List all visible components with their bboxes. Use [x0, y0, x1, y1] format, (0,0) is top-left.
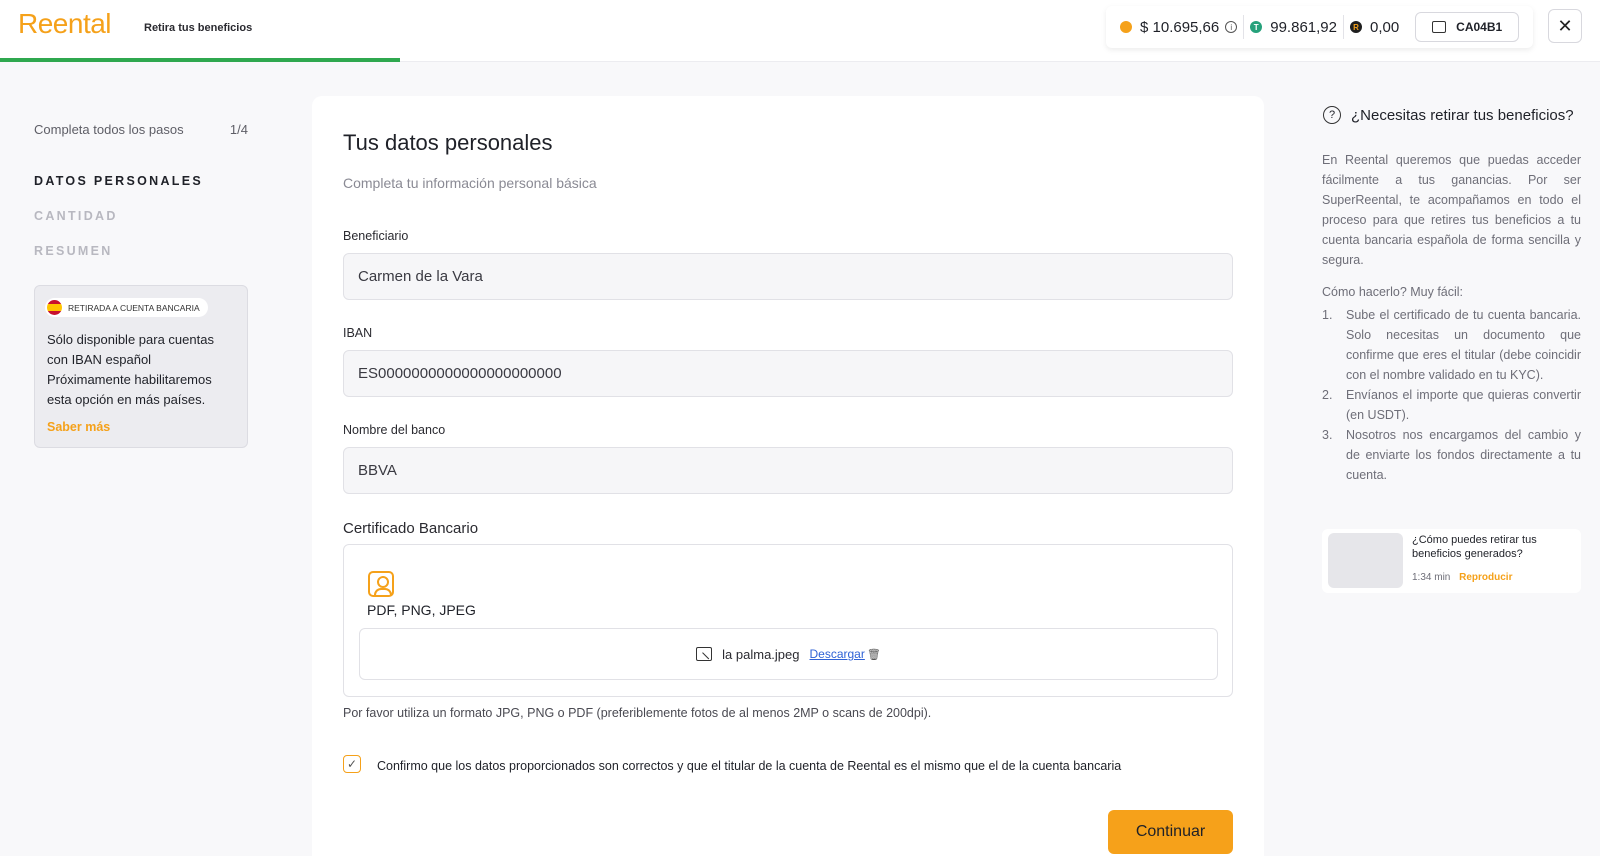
progress-fill [0, 58, 400, 62]
confirm-checkbox[interactable]: ✓ [343, 755, 361, 773]
step-cantidad[interactable]: CANTIDAD [34, 209, 118, 223]
balance-token-value: 0,00 [1369, 18, 1400, 36]
help-steps: 1. Sube el certificado de tu cuenta banca… [1322, 305, 1581, 485]
balance-usd[interactable]: $ 10.695,66 i [1114, 19, 1243, 36]
play-link[interactable]: Reproducir [1459, 572, 1512, 583]
file-name: la palma.jpeg [722, 646, 800, 662]
accepted-formats: PDF, PNG, JPEG [367, 602, 476, 618]
help-step-text: Sube el certificado de tu cuenta bancari… [1346, 308, 1581, 382]
list-item: 1. Sube el certificado de tu cuenta banca… [1322, 305, 1581, 385]
wallet-icon [1432, 21, 1447, 33]
saber-mas-link[interactable]: Saber más [47, 420, 235, 434]
video-meta: 1:34 min Reproducir [1412, 572, 1512, 583]
badge-label: RETIRADA A CUENTA BANCARIA [68, 302, 200, 313]
balance-token[interactable]: R 0,00 [1344, 19, 1405, 36]
help-title: ? ¿Necesitas retirar tus beneficios? [1323, 106, 1574, 124]
close-icon: ✕ [1557, 15, 1573, 36]
card-text: Sólo disponible para cuentas con IBAN es… [47, 332, 214, 407]
certificate-upload[interactable]: PDF, PNG, JPEG la palma.jpeg Descargar 🗑 [343, 544, 1233, 697]
uploaded-file: la palma.jpeg Descargar 🗑 [359, 628, 1218, 680]
bank-name-label: Nombre del banco [343, 423, 446, 437]
header-subtitle: Retira tus beneficios [144, 22, 253, 34]
bank-withdraw-info-card: RETIRADA A CUENTA BANCARIA Sólo disponib… [34, 285, 248, 448]
wallet-button[interactable]: CA04B1 [1415, 12, 1520, 42]
check-icon: ✓ [346, 757, 358, 771]
steps-heading: Completa todos los pasos [34, 122, 184, 137]
balance-usd-value: $ 10.695,66 [1140, 18, 1220, 36]
video-title: ¿Cómo puedes retirar tus beneficios gene… [1412, 534, 1537, 560]
page-title: Tus datos personales [343, 130, 553, 155]
help-intro: En Reental queremos que puedas acceder f… [1322, 153, 1581, 267]
help-step-text: Envíanos el importe que quieras converti… [1346, 388, 1581, 422]
balances-panel: $ 10.695,66 i T 99.861,92 R 0,00 CA04B1 [1106, 6, 1533, 48]
help-title-text: ¿Necesitas retirar tus beneficios? [1351, 106, 1574, 124]
spain-flag-icon [47, 300, 62, 315]
reental-logo[interactable]: Reental [18, 8, 112, 40]
info-icon[interactable]: i [1225, 21, 1238, 33]
tether-icon: T [1250, 21, 1263, 33]
iban-input[interactable] [343, 350, 1233, 397]
reental-token-icon: R [1349, 21, 1362, 33]
progress-bar [0, 58, 1600, 62]
download-link[interactable]: Descargar [810, 647, 865, 661]
house-coin-icon [1120, 21, 1132, 33]
balance-usdt[interactable]: T 99.861,92 [1244, 19, 1343, 36]
wallet-id: CA04B1 [1456, 20, 1503, 34]
format-hint: Por favor utiliza un formato JPG, PNG o … [343, 706, 932, 720]
video-duration: 1:34 min [1412, 572, 1451, 583]
step-resumen[interactable]: RESUMEN [34, 244, 113, 258]
steps-counter: 1/4 [229, 122, 248, 137]
confirm-label: Confirmo que los datos proporcionados so… [377, 759, 1122, 773]
trash-icon[interactable]: 🗑 [867, 648, 881, 661]
iban-label: IBAN [343, 326, 373, 340]
balance-usdt-value: 99.861,92 [1270, 18, 1337, 36]
video-thumbnail[interactable] [1328, 533, 1403, 588]
question-icon: ? [1323, 106, 1341, 124]
continue-button[interactable]: Continuar [1108, 810, 1233, 854]
step-datos-personales[interactable]: DATOS PERSONALES [34, 174, 203, 188]
beneficiary-label: Beneficiario [343, 229, 409, 243]
help-how: Cómo hacerlo? Muy fácil: [1322, 285, 1464, 299]
close-button[interactable]: ✕ [1548, 9, 1582, 43]
list-item: 3. Nosotros nos encargamos del cambio y d… [1322, 425, 1581, 485]
steps-header: Completa todos los pasos 1/4 [34, 122, 248, 137]
image-icon [696, 647, 713, 661]
bank-name-input[interactable] [343, 447, 1233, 494]
list-item: 2. Envíanos el importe que quieras conver… [1322, 385, 1581, 425]
certificate-label: Certificado Bancario [343, 520, 479, 537]
page-subtitle: Completa tu información personal básica [343, 175, 597, 191]
video-card[interactable]: ¿Cómo puedes retirar tus beneficios gene… [1322, 529, 1581, 593]
status-badge: RETIRADA A CUENTA BANCARIA [45, 298, 208, 317]
help-step-text: Nosotros nos encargamos del cambio y de … [1346, 428, 1581, 482]
beneficiary-input[interactable] [343, 253, 1233, 300]
id-card-icon [368, 571, 394, 597]
